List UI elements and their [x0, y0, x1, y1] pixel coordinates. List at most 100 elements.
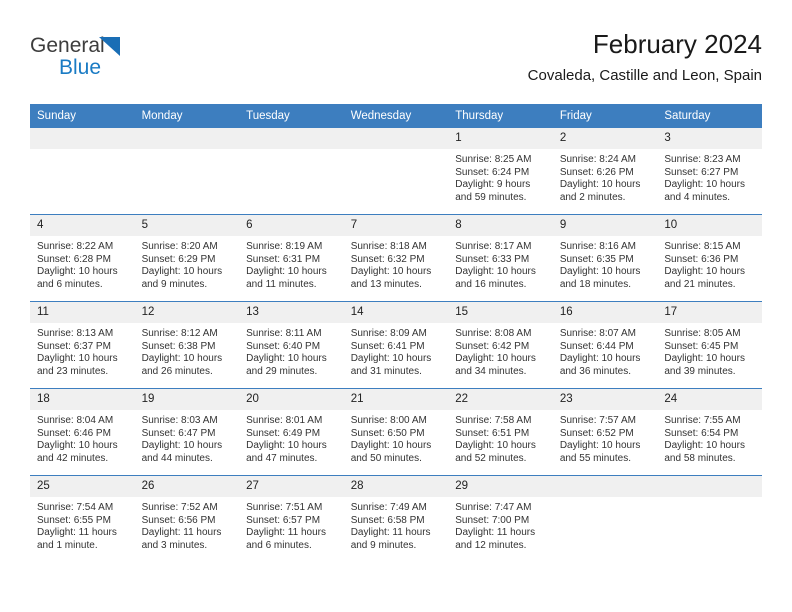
- day-details: Sunrise: 8:07 AM Sunset: 6:44 PM Daylight:…: [553, 323, 658, 378]
- daylight-text: Daylight: 10 hours and 29 minutes.: [246, 353, 327, 377]
- calendar-day-cell[interactable]: 21 Sunrise: 8:00 AM Sunset: 6:50 PM Dayligh…: [343, 388, 449, 476]
- daylight-text: Daylight: 10 hours and 21 minutes.: [664, 266, 745, 290]
- daylight-text: Daylight: 10 hours and 47 minutes.: [246, 440, 327, 464]
- sunrise-text: Sunrise: 7:47 AM: [455, 502, 532, 513]
- calendar-day-cell[interactable]: 25 Sunrise: 7:54 AM Sunset: 6:55 PM Dayligh…: [30, 475, 135, 564]
- calendar-day-cell[interactable]: 27 Sunrise: 7:51 AM Sunset: 6:57 PM Dayligh…: [239, 475, 344, 564]
- day-details: Sunrise: 8:25 AM Sunset: 6:24 PM Daylight:…: [448, 149, 553, 204]
- daylight-text: Daylight: 11 hours and 12 minutes.: [455, 527, 536, 551]
- day-details: Sunrise: 8:13 AM Sunset: 6:37 PM Daylight:…: [30, 323, 135, 378]
- day-details: Sunrise: 8:09 AM Sunset: 6:41 PM Daylight:…: [344, 323, 449, 378]
- calendar-day-cell[interactable]: 13 Sunrise: 8:11 AM Sunset: 6:40 PM Dayligh…: [239, 301, 344, 389]
- calendar-day-cell[interactable]: 7 Sunrise: 8:18 AM Sunset: 6:32 PM Daylight…: [343, 214, 449, 302]
- sunrise-text: Sunrise: 8:20 AM: [141, 241, 218, 252]
- calendar-day-cell[interactable]: 24 Sunrise: 7:55 AM Sunset: 6:54 PM Dayligh…: [657, 388, 762, 476]
- page-subtitle: Covaleda, Castille and Leon, Spain: [527, 67, 762, 84]
- calendar-day-cell[interactable]: 3 Sunrise: 8:23 AM Sunset: 6:27 PM Daylight…: [657, 127, 762, 215]
- day-number: 14: [343, 302, 449, 323]
- day-details: Sunrise: 8:01 AM Sunset: 6:49 PM Daylight:…: [239, 410, 344, 465]
- day-details: Sunrise: 8:04 AM Sunset: 6:46 PM Daylight:…: [30, 410, 135, 465]
- calendar-day-cell[interactable]: 14 Sunrise: 8:09 AM Sunset: 6:41 PM Dayligh…: [343, 301, 449, 389]
- day-number: 28: [343, 476, 449, 497]
- calendar-day-cell[interactable]: 1 Sunrise: 8:25 AM Sunset: 6:24 PM Daylight…: [448, 127, 553, 215]
- calendar-day-cell-empty: [239, 127, 344, 215]
- calendar-day-cell[interactable]: 20 Sunrise: 8:01 AM Sunset: 6:49 PM Dayligh…: [239, 388, 344, 476]
- day-number: 12: [134, 302, 240, 323]
- calendar-day-cell[interactable]: 16 Sunrise: 8:07 AM Sunset: 6:44 PM Dayligh…: [552, 301, 658, 389]
- sunrise-text: Sunrise: 7:54 AM: [37, 502, 114, 513]
- sunset-text: Sunset: 6:38 PM: [141, 340, 216, 352]
- day-details: Sunrise: 8:05 AM Sunset: 6:45 PM Daylight:…: [657, 323, 762, 378]
- daylight-text: Daylight: 9 hours and 59 minutes.: [455, 179, 531, 203]
- calendar-day-cell[interactable]: 28 Sunrise: 7:49 AM Sunset: 6:58 PM Dayligh…: [343, 475, 449, 564]
- day-number: 18: [30, 389, 135, 410]
- daylight-text: Daylight: 11 hours and 9 minutes.: [350, 527, 431, 551]
- day-number: [657, 476, 762, 497]
- sunrise-text: Sunrise: 7:52 AM: [141, 502, 218, 513]
- calendar-day-cell[interactable]: 9 Sunrise: 8:16 AM Sunset: 6:35 PM Daylight…: [552, 214, 658, 302]
- day-number: 6: [239, 215, 344, 236]
- sunrise-text: Sunrise: 8:18 AM: [350, 241, 427, 252]
- calendar-day-cell[interactable]: 15 Sunrise: 8:08 AM Sunset: 6:42 PM Dayligh…: [448, 301, 553, 389]
- page-header: General Blue February 2024 Covaleda, Cas…: [30, 28, 762, 98]
- calendar-page: General Blue February 2024 Covaleda, Cas…: [0, 0, 792, 612]
- calendar-day-cell[interactable]: 8 Sunrise: 8:17 AM Sunset: 6:33 PM Daylight…: [448, 214, 553, 302]
- daylight-text: Daylight: 10 hours and 58 minutes.: [664, 440, 745, 464]
- daylight-text: Daylight: 10 hours and 52 minutes.: [455, 440, 536, 464]
- calendar-day-cell[interactable]: 26 Sunrise: 7:52 AM Sunset: 6:56 PM Dayligh…: [134, 475, 240, 564]
- sunset-text: Sunset: 6:24 PM: [455, 166, 530, 178]
- sunrise-sunset-calendar: Sunday Monday Tuesday Wednesday Thursday…: [30, 104, 762, 564]
- sunset-text: Sunset: 6:32 PM: [350, 253, 425, 265]
- calendar-day-cell[interactable]: 2 Sunrise: 8:24 AM Sunset: 6:26 PM Daylight…: [552, 127, 658, 215]
- day-number: 24: [657, 389, 762, 410]
- calendar-day-cell[interactable]: 18 Sunrise: 8:04 AM Sunset: 6:46 PM Dayligh…: [30, 388, 135, 476]
- daylight-text: Daylight: 11 hours and 3 minutes.: [141, 527, 222, 551]
- calendar-day-cell[interactable]: 6 Sunrise: 8:19 AM Sunset: 6:31 PM Daylight…: [239, 214, 344, 302]
- sunrise-text: Sunrise: 8:25 AM: [455, 154, 532, 165]
- calendar-day-cell[interactable]: 10 Sunrise: 8:15 AM Sunset: 6:36 PM Dayligh…: [657, 214, 762, 302]
- title-block: February 2024 Covaleda, Castille and Leo…: [528, 28, 762, 85]
- day-number: [239, 128, 344, 149]
- sunrise-text: Sunrise: 8:11 AM: [246, 328, 322, 339]
- sunrise-text: Sunrise: 7:51 AM: [246, 502, 323, 513]
- sunset-text: Sunset: 6:37 PM: [37, 340, 111, 352]
- day-number: 7: [343, 215, 449, 236]
- weekday-header-friday: Friday: [552, 104, 658, 128]
- calendar-day-cell[interactable]: 29 Sunrise: 7:47 AM Sunset: 7:00 PM Dayligh…: [448, 475, 553, 564]
- sunrise-text: Sunrise: 7:55 AM: [664, 415, 741, 426]
- calendar-week-row: 25 Sunrise: 7:54 AM Sunset: 6:55 PM Dayligh…: [30, 475, 762, 564]
- day-details: Sunrise: 7:54 AM Sunset: 6:55 PM Daylight:…: [30, 497, 135, 552]
- daylight-text: Daylight: 10 hours and 44 minutes.: [141, 440, 223, 464]
- calendar-day-cell[interactable]: 11 Sunrise: 8:13 AM Sunset: 6:37 PM Dayligh…: [30, 301, 135, 389]
- day-number: 27: [239, 476, 344, 497]
- daylight-text: Daylight: 10 hours and 4 minutes.: [664, 179, 745, 203]
- day-number: 4: [30, 215, 135, 236]
- sunset-text: Sunset: 6:58 PM: [350, 514, 425, 526]
- day-number: 17: [657, 302, 762, 323]
- triangle-icon: [99, 37, 120, 56]
- calendar-day-cell[interactable]: 23 Sunrise: 7:57 AM Sunset: 6:52 PM Dayligh…: [552, 388, 658, 476]
- daylight-text: Daylight: 10 hours and 39 minutes.: [664, 353, 745, 377]
- sunset-text: Sunset: 6:36 PM: [664, 253, 739, 265]
- sunrise-text: Sunrise: 8:24 AM: [559, 154, 636, 165]
- brand-logo[interactable]: General Blue: [30, 34, 160, 84]
- sunrise-text: Sunrise: 8:19 AM: [246, 241, 323, 252]
- daylight-text: Daylight: 10 hours and 2 minutes.: [559, 179, 641, 203]
- daylight-text: Daylight: 10 hours and 9 minutes.: [141, 266, 223, 290]
- calendar-header-row: Sunday Monday Tuesday Wednesday Thursday…: [30, 104, 762, 128]
- sunrise-text: Sunrise: 8:01 AM: [246, 415, 323, 426]
- day-number: 8: [448, 215, 553, 236]
- calendar-day-cell[interactable]: 5 Sunrise: 8:20 AM Sunset: 6:29 PM Daylight…: [134, 214, 240, 302]
- sunrise-text: Sunrise: 7:49 AM: [350, 502, 427, 513]
- calendar-day-cell[interactable]: 22 Sunrise: 7:58 AM Sunset: 6:51 PM Dayligh…: [448, 388, 553, 476]
- sunrise-text: Sunrise: 8:05 AM: [664, 328, 741, 339]
- calendar-day-cell[interactable]: 12 Sunrise: 8:12 AM Sunset: 6:38 PM Dayligh…: [134, 301, 240, 389]
- calendar-day-cell[interactable]: 17 Sunrise: 8:05 AM Sunset: 6:45 PM Dayligh…: [657, 301, 762, 389]
- calendar-day-cell[interactable]: 19 Sunrise: 8:03 AM Sunset: 6:47 PM Dayligh…: [134, 388, 240, 476]
- sunrise-text: Sunrise: 8:00 AM: [350, 415, 427, 426]
- brand-name-general: General: [30, 34, 105, 57]
- daylight-text: Daylight: 10 hours and 31 minutes.: [350, 353, 432, 377]
- day-details: Sunrise: 8:08 AM Sunset: 6:42 PM Daylight:…: [448, 323, 553, 378]
- calendar-day-cell[interactable]: 4 Sunrise: 8:22 AM Sunset: 6:28 PM Daylight…: [30, 214, 135, 302]
- daylight-text: Daylight: 11 hours and 6 minutes.: [246, 527, 326, 551]
